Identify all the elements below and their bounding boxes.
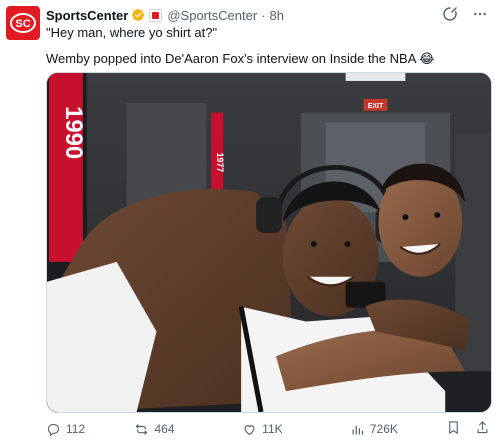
retired-number-banner xyxy=(48,73,83,262)
views-icon xyxy=(352,425,363,434)
share-icon xyxy=(477,421,488,434)
repost-button[interactable]: 464 xyxy=(134,422,242,437)
tweet-text-line-2: Wemby popped into De'Aaron Fox's intervi… xyxy=(46,51,435,66)
reply-count: 112 xyxy=(66,422,86,436)
affiliate-badge-icon[interactable] xyxy=(149,8,163,22)
banner-text: 1990 xyxy=(60,106,87,159)
banner-text-2: 1977 xyxy=(215,153,225,173)
avatar-logo-text: SC xyxy=(15,18,30,30)
bookmark-button[interactable] xyxy=(446,420,461,438)
like-button[interactable]: 11K xyxy=(242,422,350,437)
reply-button[interactable]: 112 xyxy=(46,422,134,437)
like-count: 11K xyxy=(262,422,283,436)
views-button[interactable]: 726K xyxy=(350,422,446,437)
views-count: 726K xyxy=(369,422,398,436)
tweet-actions: 112 464 11K 726K xyxy=(46,421,490,437)
tweet-header: SportsCenter @SportsCenter · 8h xyxy=(46,6,488,24)
account-avatar[interactable]: SC xyxy=(6,6,40,40)
more-options-icon[interactable] xyxy=(472,6,488,25)
bookmark-icon xyxy=(449,421,458,435)
video-frame: EXIT 1990 1977 xyxy=(47,73,491,412)
heart-icon xyxy=(244,424,255,435)
tweet-text-line-1: "Hey man, where yo shirt at?" xyxy=(46,25,218,40)
account-handle[interactable]: @SportsCenter xyxy=(167,8,257,23)
tweet-card[interactable]: SC SportsCenter @SportsCenter · 8h "Hey … xyxy=(0,0,500,440)
exit-sign-text: EXIT xyxy=(368,103,384,110)
tweet-video[interactable]: EXIT 1990 1977 xyxy=(46,72,492,413)
repost-count: 464 xyxy=(154,422,175,436)
tweet-timestamp[interactable]: 8h xyxy=(270,8,284,23)
repost-icon xyxy=(136,423,148,435)
account-name[interactable]: SportsCenter xyxy=(46,8,128,23)
grok-icon[interactable] xyxy=(442,6,458,25)
verified-badge-icon[interactable] xyxy=(131,8,145,22)
share-button[interactable] xyxy=(475,420,490,438)
header-separator: · xyxy=(261,7,266,23)
sportscenter-logo-icon: SC xyxy=(10,13,36,33)
reply-icon xyxy=(47,423,60,436)
